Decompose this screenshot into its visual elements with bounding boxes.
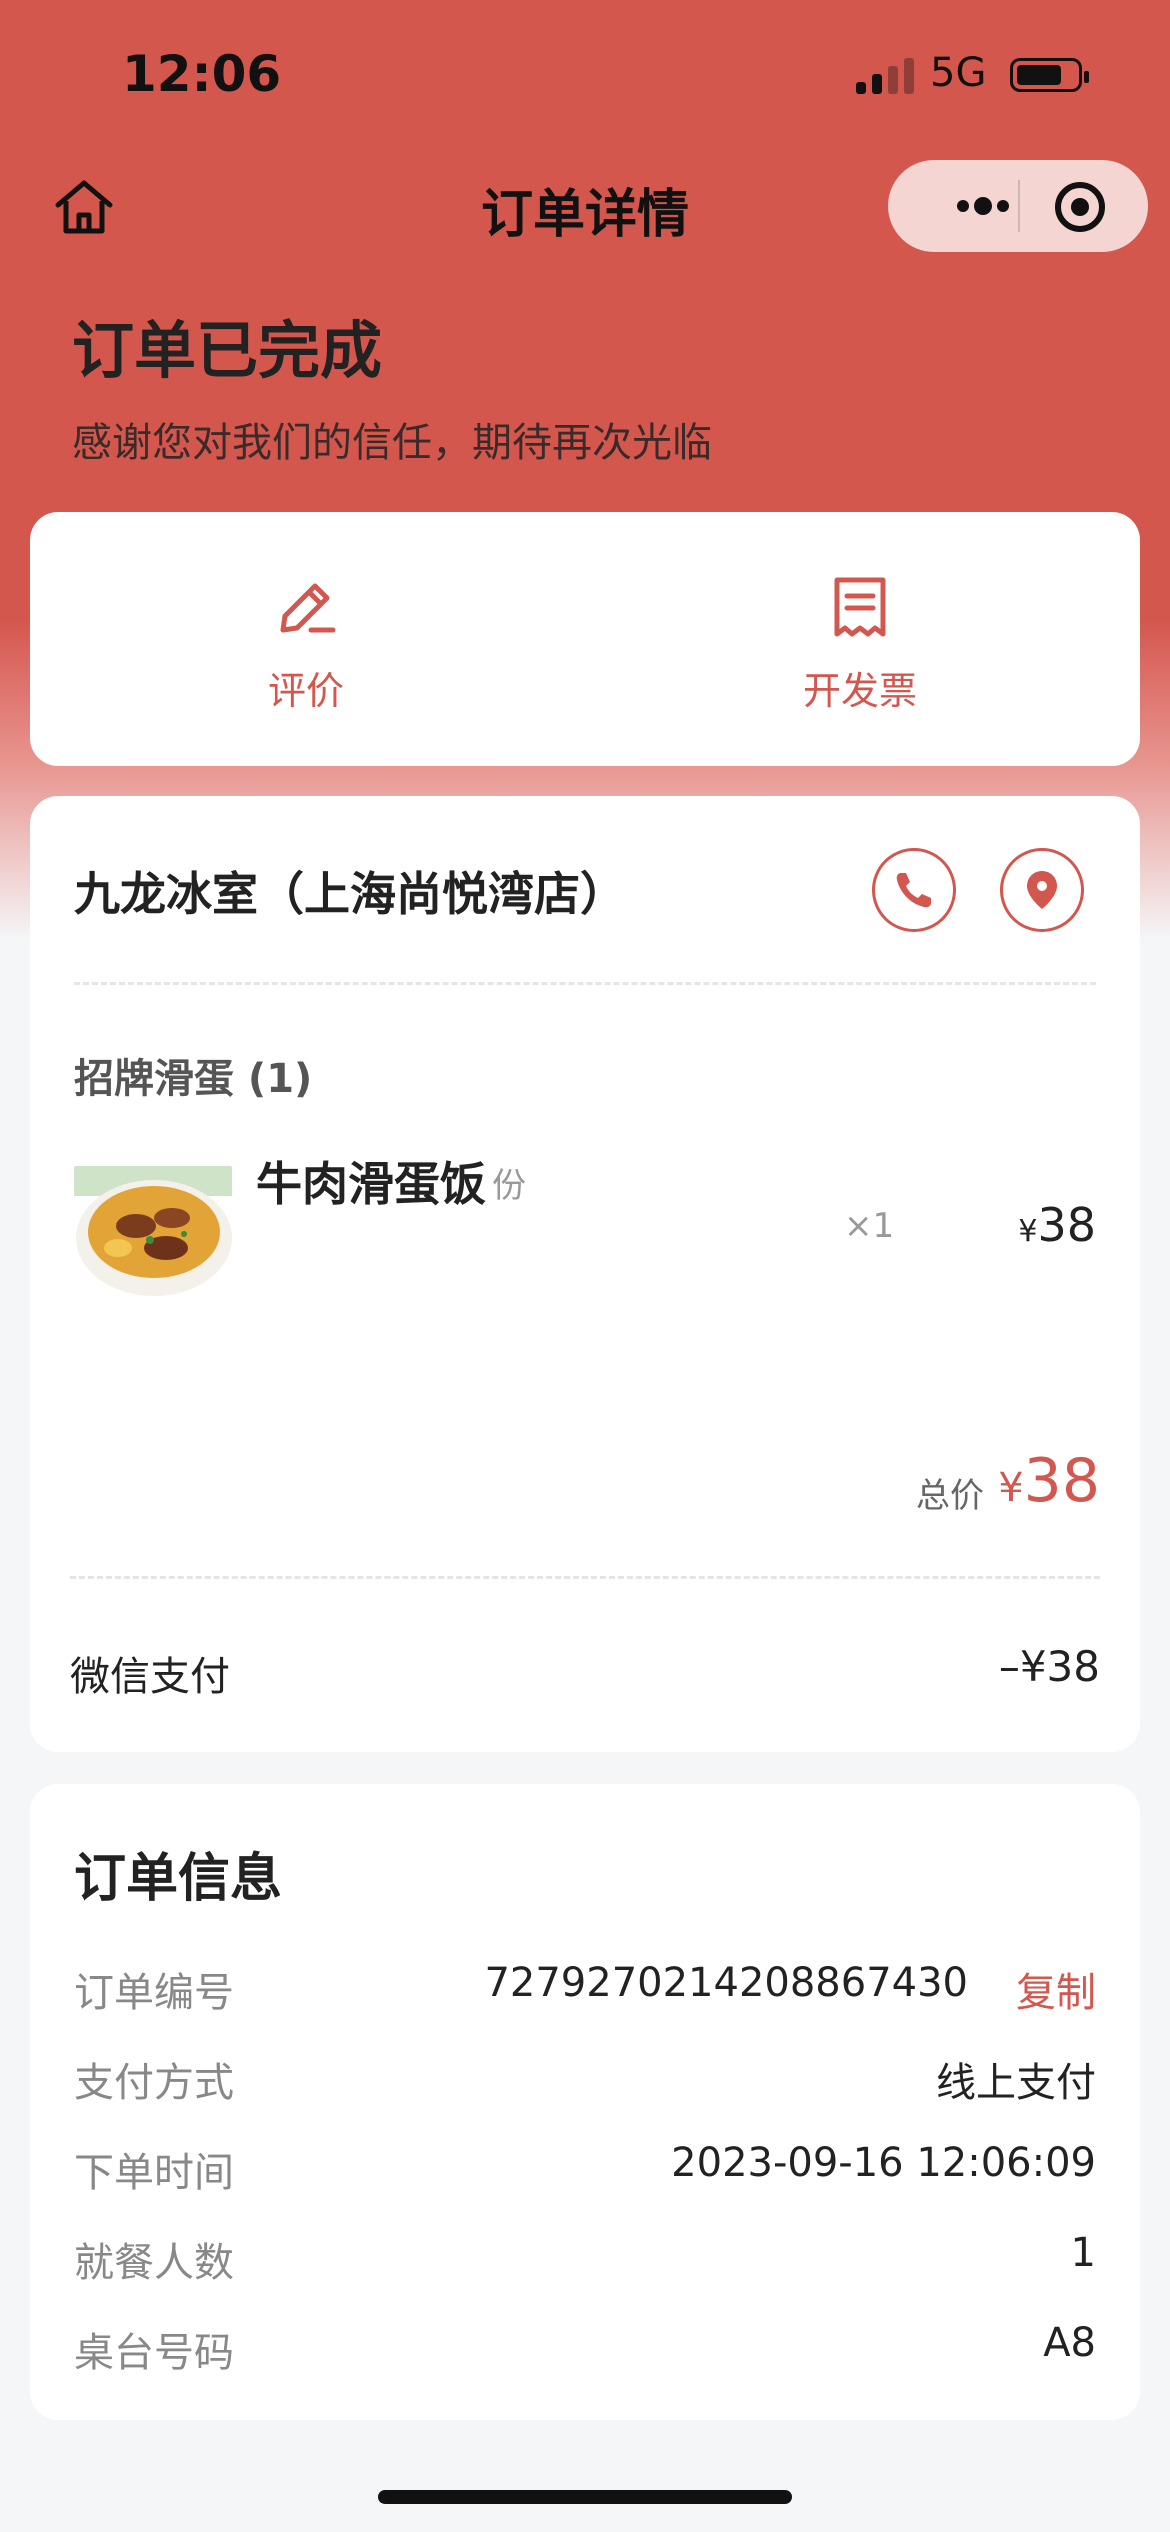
category-label: 招牌滑蛋 (1) bbox=[74, 1056, 313, 1102]
review-button[interactable]: 评价 bbox=[156, 572, 456, 715]
more-icon[interactable] bbox=[928, 180, 1038, 232]
currency-symbol: ¥ bbox=[1018, 1214, 1038, 1249]
order-info-title: 订单信息 bbox=[74, 1849, 283, 1909]
info-row-order-number: 订单编号 7279270214208867430 复制 bbox=[74, 1960, 1096, 2020]
order-number-label: 订单编号 bbox=[74, 1970, 234, 2016]
location-button[interactable] bbox=[1000, 848, 1084, 932]
review-label: 评价 bbox=[267, 669, 344, 713]
total-label: 总价 bbox=[916, 1476, 984, 1516]
status-time: 12:06 bbox=[122, 45, 282, 103]
dish-unit: 份 bbox=[492, 1166, 526, 1206]
divider bbox=[74, 982, 1096, 985]
call-button[interactable] bbox=[872, 848, 956, 932]
edit-icon bbox=[280, 583, 336, 633]
capsule-divider bbox=[1018, 180, 1020, 232]
order-status-title: 订单已完成 bbox=[72, 314, 383, 387]
dish-price: ¥38 bbox=[1018, 1198, 1096, 1252]
status-bar: 12:06 5G bbox=[0, 0, 1170, 150]
network-label: 5G bbox=[930, 50, 987, 96]
info-row-payment-method: 支付方式 线上支付 bbox=[74, 2050, 1096, 2110]
copy-button[interactable]: 复制 bbox=[1016, 1960, 1096, 2018]
order-info-card: 订单信息 订单编号 7279270214208867430 复制 支付方式 线上… bbox=[30, 1784, 1140, 2420]
signal-icon bbox=[856, 58, 914, 94]
receipt-icon bbox=[834, 577, 886, 637]
invoice-label: 开发票 bbox=[802, 669, 917, 713]
info-row-table-number: 桌台号码 A8 bbox=[74, 2320, 1096, 2380]
location-pin-icon bbox=[1027, 871, 1057, 909]
dish-price-value: 38 bbox=[1037, 1198, 1096, 1252]
info-row-diners: 就餐人数 1 bbox=[74, 2230, 1096, 2290]
table-number-label: 桌台号码 bbox=[74, 2330, 234, 2376]
dish-name: 牛肉滑蛋饭 bbox=[256, 1157, 486, 1211]
dish-image bbox=[74, 1156, 232, 1298]
battery-icon bbox=[1010, 58, 1089, 92]
payment-method-value: 线上支付 bbox=[936, 2060, 1096, 2106]
total-price: ¥38 bbox=[998, 1446, 1100, 1516]
total-currency: ¥ bbox=[998, 1465, 1024, 1511]
diners-value: 1 bbox=[1070, 2230, 1096, 2276]
payment-method-label: 微信支付 bbox=[70, 1654, 230, 1700]
order-time-value: 2023-09-16 12:06:09 bbox=[671, 2140, 1096, 2186]
total-price-value: 38 bbox=[1023, 1446, 1100, 1516]
divider bbox=[70, 1576, 1100, 1579]
phone-icon bbox=[896, 873, 931, 908]
diners-label: 就餐人数 bbox=[74, 2240, 234, 2286]
home-indicator[interactable] bbox=[378, 2490, 792, 2504]
order-time-label: 下单时间 bbox=[74, 2150, 234, 2196]
store-name[interactable]: 九龙冰室（上海尚悦湾店） bbox=[74, 858, 626, 924]
store-order-card: 九龙冰室（上海尚悦湾店） 招牌滑蛋 (1) 牛肉滑蛋饭 份 ×1 ¥38 总价 … bbox=[30, 796, 1140, 1752]
order-status-subtitle: 感谢您对我们的信任，期待再次光临 bbox=[72, 420, 712, 466]
payment-amount: –¥38 bbox=[998, 1642, 1100, 1691]
miniprogram-capsule bbox=[888, 160, 1148, 252]
action-card: 评价 开发票 bbox=[30, 512, 1140, 766]
info-row-order-time: 下单时间 2023-09-16 12:06:09 bbox=[74, 2140, 1096, 2200]
payment-method-key: 支付方式 bbox=[74, 2060, 234, 2106]
order-number-value: 7279270214208867430 bbox=[484, 1960, 968, 2006]
table-number-value: A8 bbox=[1043, 2320, 1096, 2366]
invoice-button[interactable]: 开发票 bbox=[710, 572, 1010, 715]
close-miniprogram-icon[interactable] bbox=[1053, 180, 1107, 234]
dish-quantity: ×1 bbox=[844, 1206, 895, 1246]
